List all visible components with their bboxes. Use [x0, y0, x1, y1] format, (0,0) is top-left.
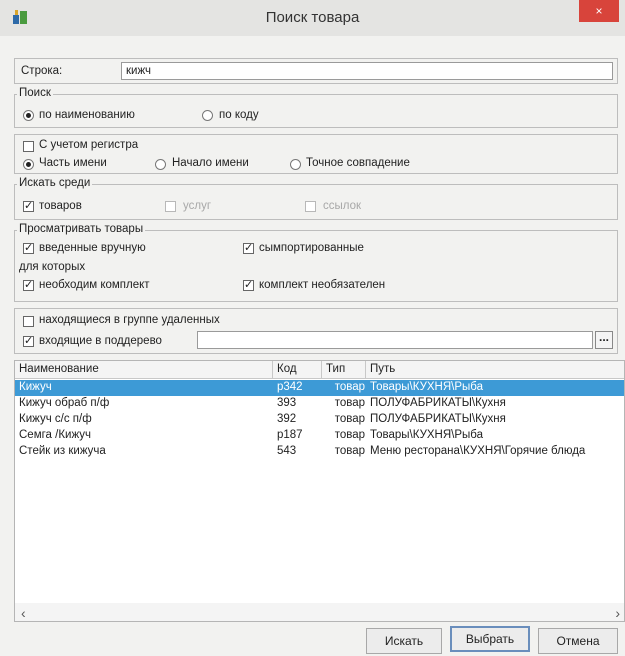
cell-type: товар [334, 445, 365, 457]
select-button[interactable]: Выбрать [450, 626, 530, 652]
cell-path: Товары\КУХНЯ\Рыба [370, 381, 484, 393]
radio-name-start-label: Начало имени [172, 157, 249, 169]
deleted-group-checkbox[interactable] [23, 316, 34, 327]
radio-name-start[interactable] [155, 159, 166, 170]
cell-path: ПОЛУФАБРИКАТЫ\Кухня [370, 413, 506, 425]
kit-optional-label: комплект необязателен [259, 279, 386, 291]
cell-code: 393 [277, 397, 297, 409]
view-goods-legend: Просматривать товары [17, 223, 146, 235]
goods-label: товаров [39, 200, 82, 212]
table-row[interactable]: Кижуч обраб п/ф 393 товар ПОЛУФАБРИКАТЫ\… [15, 396, 624, 412]
radio-part-name-label: Часть имени [39, 157, 107, 169]
radio-by-name-label: по наименованию [39, 109, 135, 121]
column-type[interactable]: Тип [322, 361, 366, 379]
location-group: находящиеся в группе удаленных ✓ входящи… [14, 308, 618, 354]
goods-checkbox[interactable]: ✓ [23, 201, 34, 212]
subtree-label: входящие в поддерево [39, 335, 162, 347]
search-row: Строка: кижч [14, 58, 618, 84]
scroll-right-icon[interactable]: › [615, 605, 620, 621]
radio-by-name[interactable] [23, 110, 34, 121]
radio-part-name[interactable] [23, 159, 34, 170]
radio-exact-match-label: Точное совпадение [306, 157, 410, 169]
imported-label: сымпортированные [259, 242, 364, 254]
radio-by-code-label: по коду [219, 109, 259, 121]
cell-type: товар [334, 413, 365, 425]
cancel-button[interactable]: Отмена [538, 628, 618, 654]
scroll-left-icon[interactable]: ‹ [21, 605, 26, 621]
for-which-legend: для которых [17, 261, 88, 273]
column-name[interactable]: Наименование [15, 361, 273, 379]
table-header: Наименование Код Тип Путь [15, 361, 624, 379]
cell-code: 392 [277, 413, 297, 425]
cell-path: ПОЛУФАБРИКАТЫ\Кухня [370, 397, 506, 409]
manual-entry-label: введенные вручную [39, 242, 146, 254]
case-sensitive-checkbox[interactable] [23, 141, 34, 152]
results-table[interactable]: Наименование Код Тип Путь Кижуч р342 тов… [14, 360, 625, 622]
subtree-checkbox[interactable]: ✓ [23, 336, 34, 347]
title-bar: Поиск товара × [0, 0, 625, 36]
table-row[interactable]: Кижуч р342 товар Товары\КУХНЯ\Рыба [15, 380, 624, 396]
close-button[interactable]: × [579, 0, 619, 22]
cell-name: Кижуч [19, 381, 52, 393]
kit-required-label: необходим комплект [39, 279, 150, 291]
column-path[interactable]: Путь [366, 361, 624, 379]
cell-type: товар [334, 381, 365, 393]
cell-code: р187 [277, 429, 303, 441]
search-button[interactable]: Искать [366, 628, 442, 654]
radio-exact-match[interactable] [290, 159, 301, 170]
subtree-input[interactable] [197, 331, 593, 349]
services-label: услуг [183, 200, 212, 212]
kit-required-checkbox[interactable]: ✓ [23, 280, 34, 291]
deleted-group-label: находящиеся в группе удаленных [39, 314, 220, 326]
radio-by-code[interactable] [202, 110, 213, 121]
services-checkbox [165, 201, 176, 212]
browse-button[interactable]: ... [595, 331, 613, 349]
cell-name: Семга /Кижуч [19, 429, 92, 441]
view-goods-group: Просматривать товары ✓ введенные вручную… [14, 223, 618, 302]
cell-type: товар [334, 397, 365, 409]
manual-entry-checkbox[interactable]: ✓ [23, 243, 34, 254]
table-row[interactable]: Семга /Кижуч р187 товар Товары\КУХНЯ\Рыб… [15, 428, 624, 444]
cell-name: Кижуч обраб п/ф [19, 397, 110, 409]
table-row[interactable]: Стейк из кижуча 543 товар Меню ресторана… [15, 444, 624, 460]
column-code[interactable]: Код [273, 361, 322, 379]
search-by-group: Поиск по наименованию по коду [14, 87, 618, 128]
links-checkbox [305, 201, 316, 212]
cell-name: Стейк из кижуча [19, 445, 106, 457]
imported-checkbox[interactable]: ✓ [243, 243, 254, 254]
links-label: ссылок [323, 200, 362, 212]
search-by-legend: Поиск [17, 87, 53, 99]
match-options-group: С учетом регистра Часть имени Начало име… [14, 134, 618, 174]
cell-name: Кижуч с/с п/ф [19, 413, 92, 425]
cell-type: товар [334, 429, 365, 441]
cell-code: 543 [277, 445, 297, 457]
kit-optional-checkbox[interactable]: ✓ [243, 280, 254, 291]
search-input[interactable]: кижч [121, 62, 613, 80]
search-among-group: Искать среди ✓ товаров услуг ссылок [14, 177, 618, 220]
cell-path: Товары\КУХНЯ\Рыба [370, 429, 484, 441]
cell-path: Меню ресторана\КУХНЯ\Горячие блюда [370, 445, 586, 457]
table-row[interactable]: Кижуч с/с п/ф 392 товар ПОЛУФАБРИКАТЫ\Ку… [15, 412, 624, 428]
cell-code: р342 [277, 381, 303, 393]
search-among-legend: Искать среди [17, 177, 93, 189]
window-title: Поиск товара [265, 9, 360, 26]
horizontal-scrollbar[interactable]: ‹ › [15, 603, 624, 621]
case-sensitive-label: С учетом регистра [39, 139, 139, 151]
search-label: Строка: [21, 65, 63, 77]
